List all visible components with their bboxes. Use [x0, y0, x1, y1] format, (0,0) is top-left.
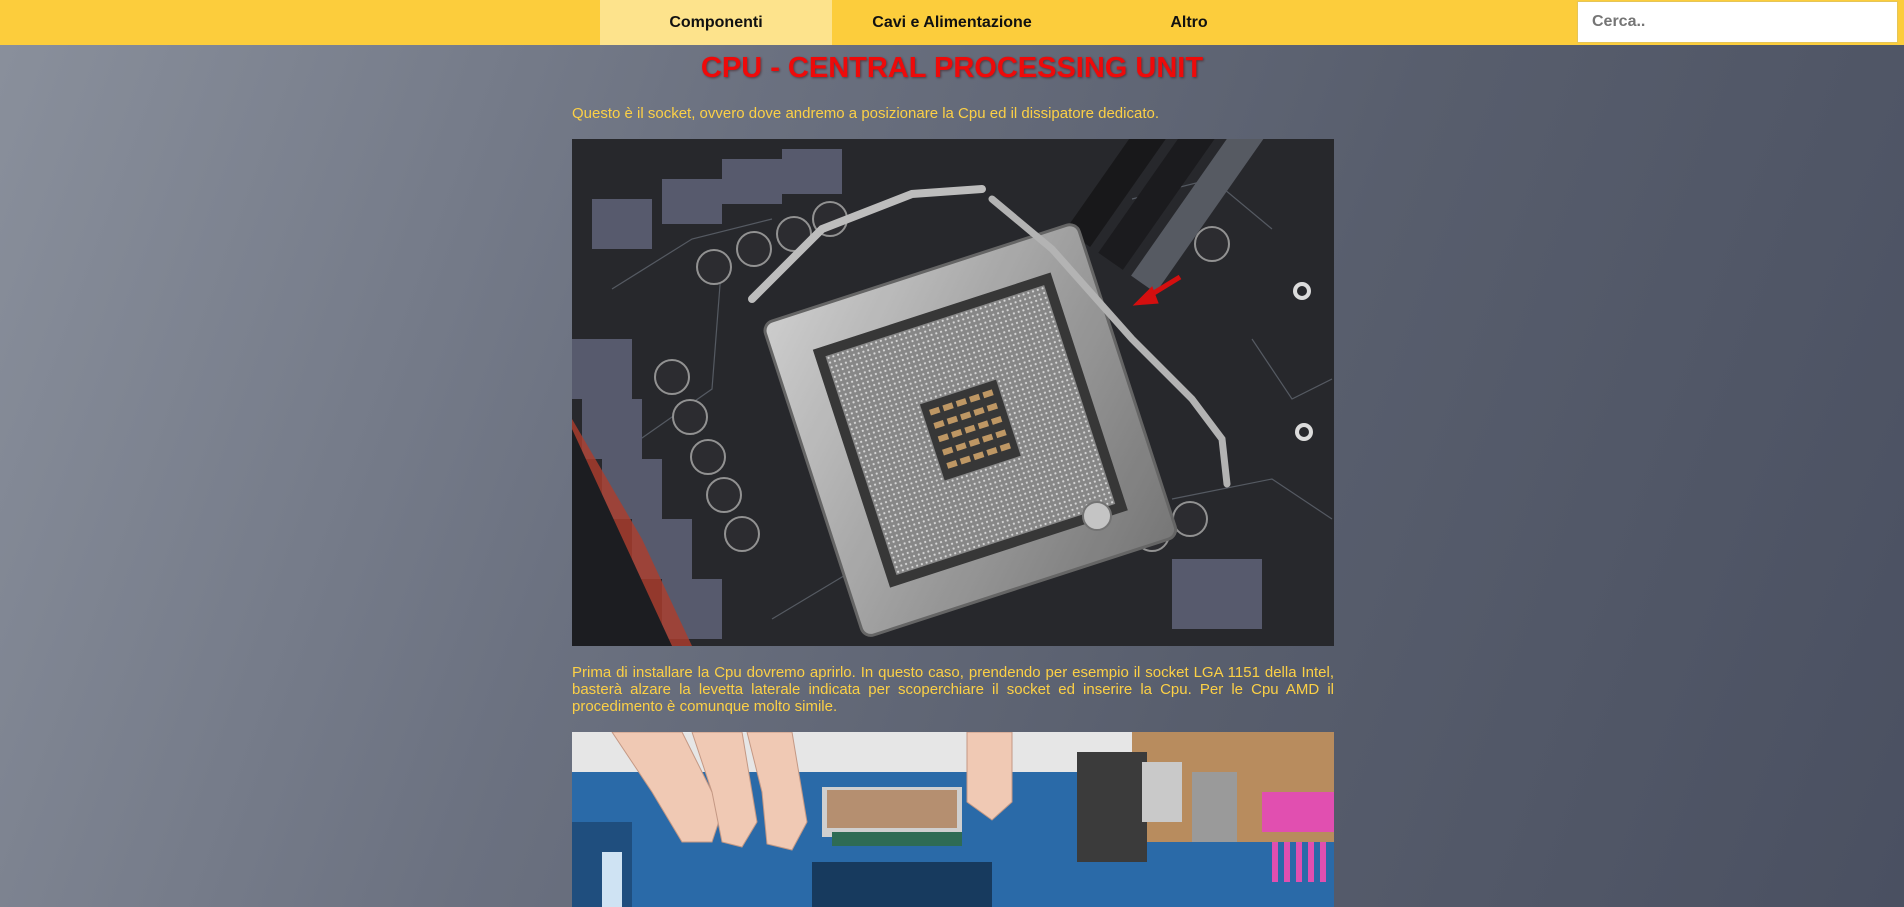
search-input[interactable] — [1577, 1, 1898, 43]
nav-item-altro[interactable]: Altro — [1072, 0, 1306, 45]
cpu-socket-image — [572, 139, 1334, 646]
nav-item-componenti[interactable]: Componenti — [600, 0, 832, 45]
nav-item-cavi-alimentazione[interactable]: Cavi e Alimentazione — [832, 0, 1072, 45]
paragraph-socket-intro: Questo è il socket, ovvero dove andremo … — [572, 105, 1159, 122]
cpu-installation-image — [572, 732, 1334, 907]
top-navbar: Componenti Cavi e Alimentazione Altro — [0, 0, 1904, 45]
paragraph-socket-instructions: Prima di installare la Cpu dovremo aprir… — [572, 664, 1334, 715]
page-title: CPU - CENTRAL PROCESSING UNIT — [700, 52, 1204, 84]
